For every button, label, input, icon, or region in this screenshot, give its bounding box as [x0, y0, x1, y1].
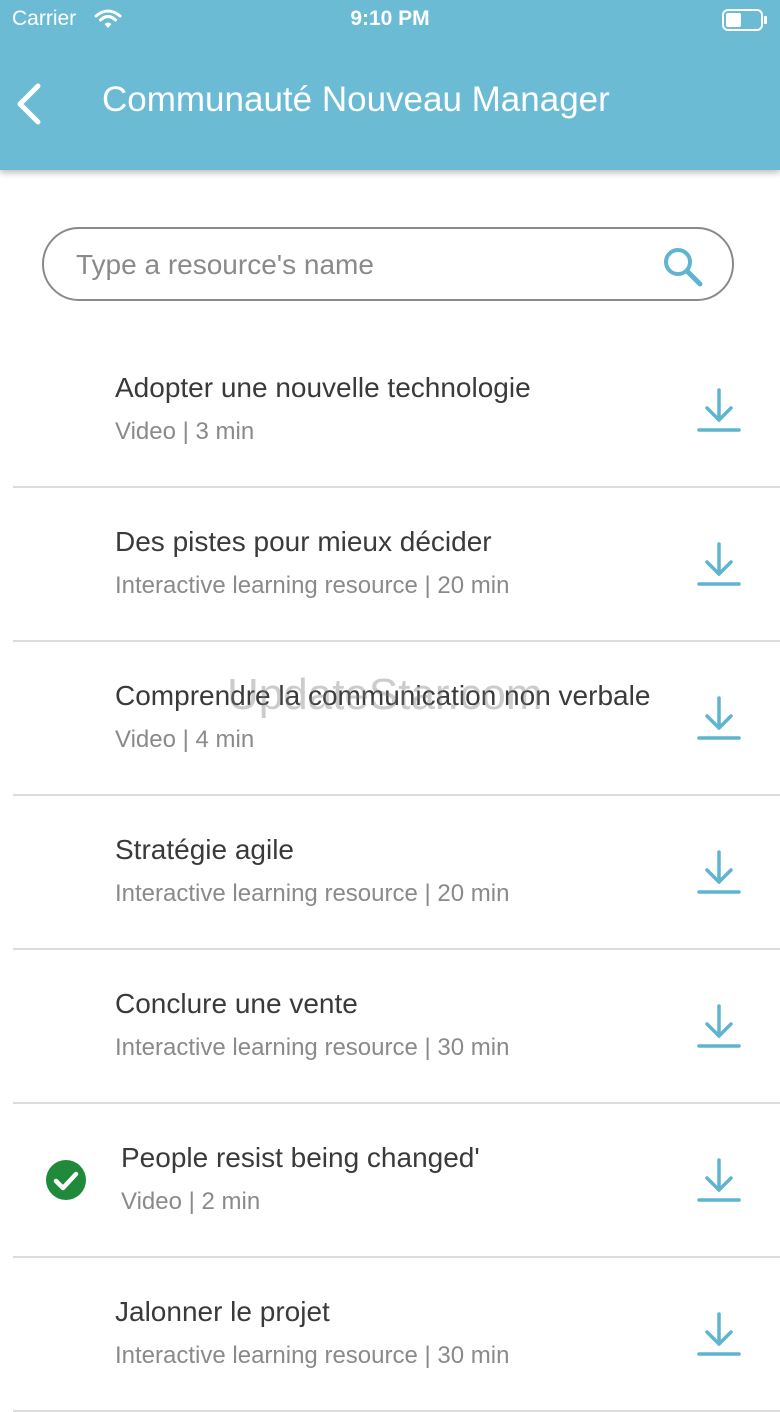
resource-title: Adopter une nouvelle technologie [115, 372, 531, 403]
resource-item[interactable]: Des pistes pour mieux décider Interactive… [13, 488, 780, 642]
resource-item[interactable]: Comprendre la communication non verbale V… [13, 642, 780, 796]
resource-meta: Video | 2 min [121, 1188, 261, 1215]
search-icon[interactable] [661, 245, 705, 289]
resource-meta: Interactive learning resource | 30 min [115, 1342, 510, 1369]
resource-title: Conclure une vente [115, 988, 358, 1019]
resource-meta: Video | 4 min [115, 726, 255, 753]
download-icon[interactable] [697, 1157, 741, 1203]
clock: 9:10 PM [350, 7, 430, 30]
resource-meta: Interactive learning resource | 30 min [115, 1034, 510, 1061]
resource-item[interactable]: Stratégie agile Interactive learning reso… [13, 796, 780, 950]
download-icon[interactable] [697, 695, 741, 741]
resource-title: Des pistes pour mieux décider [115, 526, 492, 557]
resource-meta: Video | 3 min [115, 418, 255, 445]
resource-meta: Interactive learning resource | 20 min [115, 572, 510, 599]
download-icon[interactable] [697, 1003, 741, 1049]
resource-item[interactable]: Adopter une nouvelle technologie Video | … [13, 334, 780, 488]
battery-icon [722, 9, 767, 31]
download-icon[interactable] [697, 541, 741, 587]
resource-title: Comprendre la communication non verbale [115, 680, 651, 711]
status-bar: Carrier 9:10 PM [0, 0, 780, 40]
resource-meta: Interactive learning resource | 20 min [115, 880, 510, 907]
resource-title: Stratégie agile [115, 834, 295, 865]
download-icon[interactable] [697, 849, 741, 895]
resource-item[interactable]: Jalonner le projet Interactive learning r… [13, 1258, 780, 1412]
resource-title: Jalonner le projet [115, 1296, 330, 1327]
resource-title: People resist being changed' [121, 1142, 480, 1173]
page-title: Communauté Nouveau Manager [102, 80, 610, 119]
back-button[interactable] [10, 78, 54, 130]
resource-item[interactable]: Conclure une vente Interactive learning r… [13, 950, 780, 1104]
download-icon[interactable] [697, 387, 741, 433]
navigation-header: Carrier 9:10 PM Communauté Nouveau Manag… [0, 0, 780, 170]
resource-item[interactable]: People resist being changed' Video | 2 mi… [13, 1104, 780, 1258]
search-box[interactable] [42, 227, 734, 301]
search-input[interactable] [74, 229, 648, 301]
completed-check-icon [45, 1159, 87, 1206]
download-icon[interactable] [697, 1311, 741, 1357]
resource-list: Adopter une nouvelle technologie Video | … [0, 334, 780, 1412]
